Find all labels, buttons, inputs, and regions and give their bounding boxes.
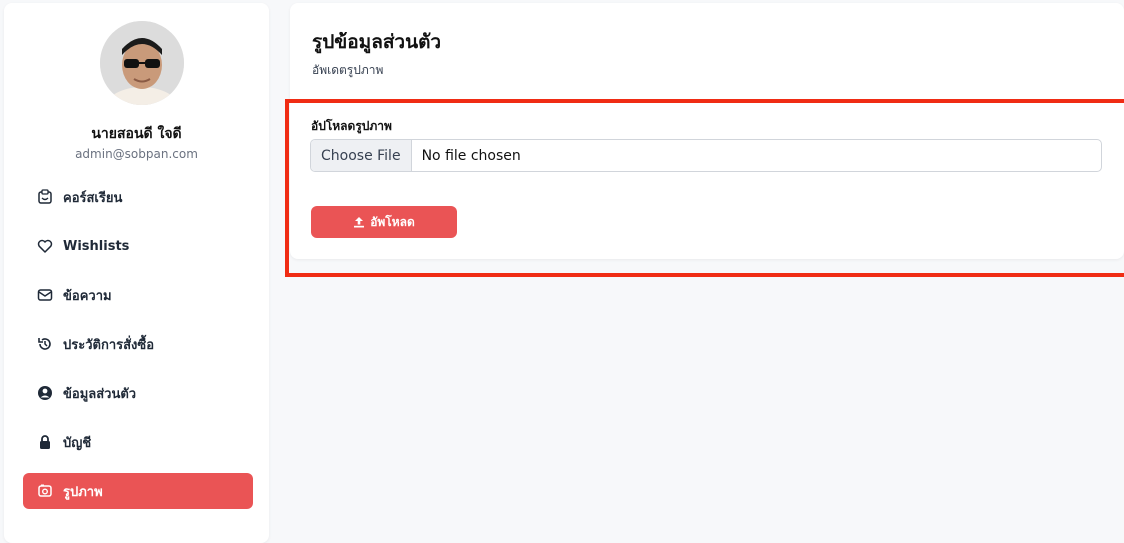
- heart-icon: [37, 238, 53, 254]
- highlight-frame: [285, 99, 1124, 277]
- sidebar-item-label: คอร์สเรียน: [63, 190, 123, 206]
- image-icon: [37, 483, 53, 499]
- sidebar-item-wishlists[interactable]: Wishlists: [23, 228, 253, 264]
- lock-icon: [37, 434, 53, 450]
- sidebar-item-label: ข้อมูลส่วนตัว: [63, 386, 137, 402]
- user-email: admin@sobpan.com: [75, 147, 198, 161]
- sidebar-item-courses[interactable]: คอร์สเรียน: [23, 179, 253, 215]
- sidebar-item-label: Wishlists: [63, 238, 130, 254]
- user-name: นายสอนดี ใจดี: [91, 126, 182, 142]
- sidebar-menu: คอร์สเรียน Wishlists ข้อความ ประวัติการส…: [23, 179, 253, 522]
- history-icon: [37, 336, 53, 352]
- user-circle-icon: [37, 385, 53, 401]
- sidebar-item-profile[interactable]: ข้อมูลส่วนตัว: [23, 375, 253, 411]
- sidebar-item-order-history[interactable]: ประวัติการสั่งซื้อ: [23, 326, 253, 362]
- sidebar-item-messages[interactable]: ข้อความ: [23, 277, 253, 313]
- sidebar-item-label: บัญชี: [63, 435, 92, 451]
- sidebar-item-account[interactable]: บัญชี: [23, 424, 253, 460]
- page-title: รูปข้อมูลส่วนตัว: [312, 31, 442, 53]
- sidebar: นายสอนดี ใจดี admin@sobpan.com คอร์สเรีย…: [4, 3, 269, 543]
- page-subtitle: อัพเดตรูปภาพ: [312, 63, 384, 77]
- course-icon: [37, 189, 53, 205]
- avatar: [100, 21, 184, 105]
- sidebar-item-label: ประวัติการสั่งซื้อ: [63, 337, 155, 353]
- sidebar-item-images[interactable]: รูปภาพ: [23, 473, 253, 509]
- message-icon: [37, 287, 53, 303]
- sidebar-item-label: ข้อความ: [63, 288, 112, 304]
- sidebar-item-label: รูปภาพ: [63, 484, 103, 500]
